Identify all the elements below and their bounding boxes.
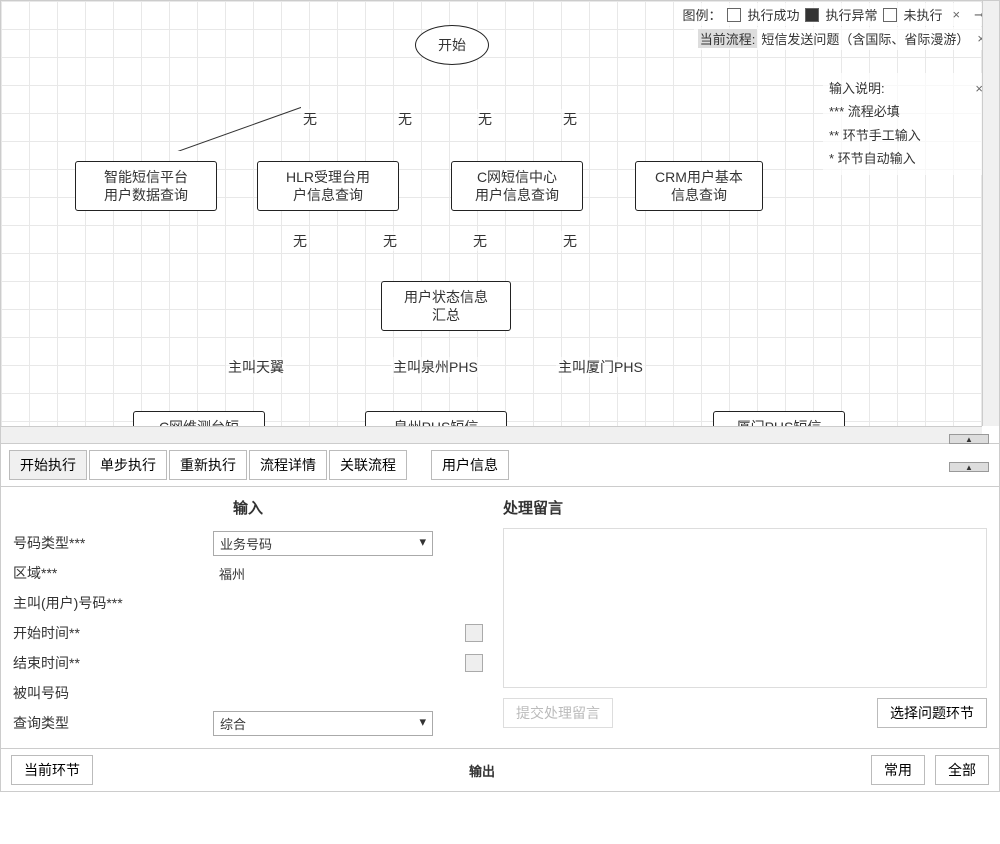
all-button[interactable]: 全部 (935, 755, 989, 785)
message-textarea[interactable] (503, 528, 987, 688)
rerun-button[interactable]: 重新执行 (169, 450, 247, 480)
end-date-picker-icon[interactable] (465, 654, 483, 672)
edge-label: 无 (561, 109, 579, 129)
edge-label: 主叫泉州PHS (391, 357, 480, 377)
label-query-type: 查询类型 (13, 713, 213, 733)
vertical-scrollbar[interactable] (982, 1, 999, 426)
output-title: 输出 (103, 761, 861, 780)
legend-label: 图例： (682, 5, 721, 24)
node-start[interactable]: 开始 (415, 25, 489, 65)
label-end-time: 结束时间** (13, 653, 213, 673)
user-info-button[interactable]: 用户信息 (431, 450, 509, 480)
flow-canvas[interactable]: 无 无 无 无 无 无 无 无 主叫天翼 主叫泉州PHS 主叫厦门PHS 开始 … (0, 0, 1000, 444)
collapse-up-icon[interactable]: ▲ (949, 434, 989, 444)
edge-label: 无 (291, 231, 309, 251)
related-button[interactable]: 关联流程 (329, 450, 407, 480)
legend-bar: 图例： 执行成功 执行异常 未执行 × ⊸ (678, 3, 993, 26)
grid-background (1, 1, 999, 443)
node-crm[interactable]: CRM用户基本信息查询 (635, 161, 763, 211)
current-process-value: 短信发送问题（含国际、省际漫游） (761, 29, 969, 48)
step-exec-button[interactable]: 单步执行 (89, 450, 167, 480)
node-sms-platform[interactable]: 智能短信平台用户数据查询 (75, 161, 217, 211)
area-value[interactable]: 福州 (213, 562, 251, 585)
edge-label: 无 (561, 231, 579, 251)
horizontal-scrollbar[interactable] (1, 426, 982, 443)
node-hlr[interactable]: HLR受理台用户信息查询 (257, 161, 399, 211)
callee-input[interactable] (213, 691, 225, 695)
select-number-type[interactable]: 业务号码▾ (213, 531, 433, 556)
current-node-button[interactable]: 当前环节 (11, 755, 93, 785)
chevron-down-icon: ▾ (419, 714, 426, 733)
label-area: 区域*** (13, 563, 213, 583)
label-caller: 主叫(用户)号码*** (13, 593, 213, 613)
edge-label: 主叫厦门PHS (556, 357, 645, 377)
label-start-time: 开始时间** (13, 623, 213, 643)
start-date-picker-icon[interactable] (465, 624, 483, 642)
node-summary[interactable]: 用户状态信息汇总 (381, 281, 511, 331)
detail-button[interactable]: 流程详情 (249, 450, 327, 480)
form-panel: 输入 号码类型*** 业务号码▾ 区域*** 福州 主叫(用户)号码*** 开始… (0, 487, 1000, 749)
swatch-success (727, 8, 741, 22)
toolbar: 开始执行 单步执行 重新执行 流程详情 关联流程 用户信息 ▲ ▲ (0, 444, 1000, 487)
submit-message-button[interactable]: 提交处理留言 (503, 698, 613, 728)
message-section-title: 处理留言 (503, 497, 987, 518)
edge-label: 无 (476, 109, 494, 129)
select-query-type[interactable]: 综合▾ (213, 711, 433, 736)
label-number-type: 号码类型*** (13, 533, 213, 553)
input-legend: 输入说明:× *** 流程必填 ** 环节手工输入 * 环节自动输入 (823, 73, 993, 175)
chevron-down-icon: ▾ (419, 534, 426, 553)
input-section-title: 输入 (13, 497, 483, 518)
edge-label: 无 (301, 109, 319, 129)
swatch-notrun (883, 8, 897, 22)
common-button[interactable]: 常用 (871, 755, 925, 785)
current-process-label: 当前流程: (698, 29, 758, 48)
choose-node-button[interactable]: 选择问题环节 (877, 698, 987, 728)
node-cnet-sms[interactable]: C网短信中心用户信息查询 (451, 161, 583, 211)
edge-label: 主叫天翼 (226, 357, 286, 377)
start-exec-button[interactable]: 开始执行 (9, 450, 87, 480)
swatch-error (805, 8, 819, 22)
edge-label: 无 (471, 231, 489, 251)
edge-label: 无 (396, 109, 414, 129)
edge-label: 无 (381, 231, 399, 251)
caller-input[interactable] (213, 601, 225, 605)
bottom-bar: 当前环节 输出 常用 全部 (0, 749, 1000, 792)
label-callee: 被叫号码 (13, 683, 213, 703)
collapse-down-icon[interactable]: ▲ (949, 462, 989, 472)
current-process-bar: 当前流程: 短信发送问题（含国际、省际漫游） × (694, 27, 993, 50)
close-legend-icon[interactable]: × (949, 7, 965, 22)
